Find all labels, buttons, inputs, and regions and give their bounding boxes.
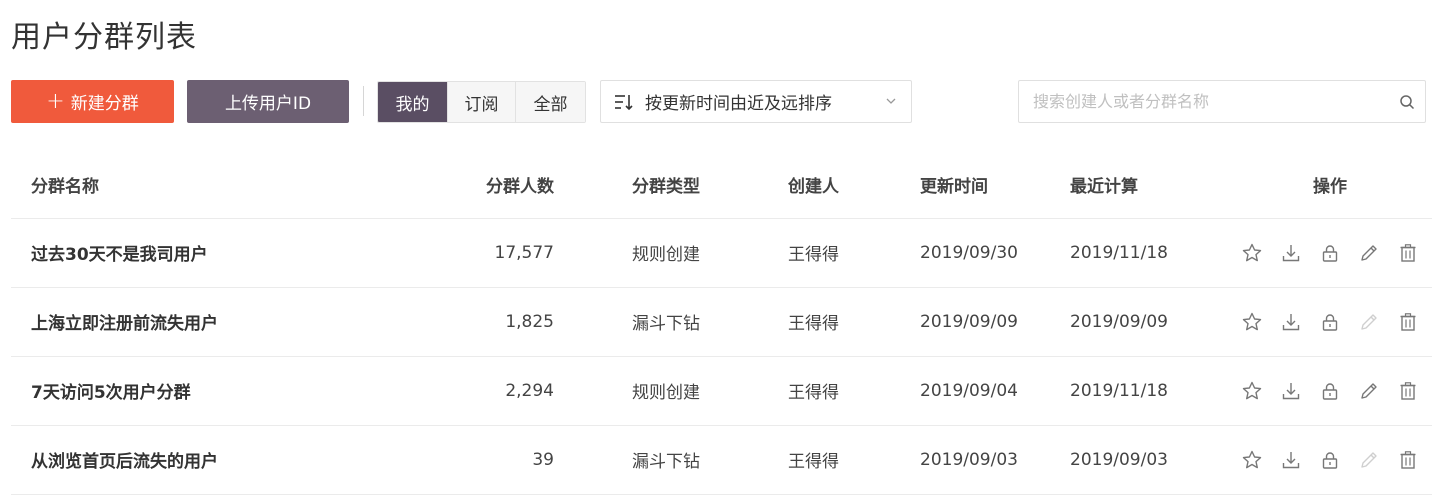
filter-tab-subscribed[interactable]: 订阅 [448, 82, 516, 122]
sort-label: 按更新时间由近及远排序 [645, 94, 832, 114]
segment-type: 漏斗下钻 [584, 287, 748, 357]
table-body: 过去30天不是我司用户 17,577 规则创建 王得得 2019/09/30 2… [11, 218, 1432, 495]
trash-icon[interactable] [1396, 310, 1420, 334]
column-header-name[interactable]: 分群名称 [11, 152, 341, 219]
chevron-down-icon [886, 98, 896, 104]
download-icon[interactable] [1279, 310, 1303, 334]
pencil-icon[interactable] [1357, 379, 1381, 403]
ownership-filter: 我的 订阅 全部 [377, 81, 586, 123]
segment-name[interactable]: 上海立即注册前流失用户 [11, 287, 341, 357]
toolbar: + 新建分群 上传用户ID 我的 订阅 全部 按更新时间由近及远排序 [11, 78, 1426, 124]
filter-tab-all[interactable]: 全部 [516, 82, 585, 122]
segment-updated: 2019/09/09 [898, 287, 1048, 357]
segment-name[interactable]: 从浏览首页后流失的用户 [11, 425, 341, 495]
segment-updated: 2019/09/04 [898, 356, 1048, 426]
plus-icon: + [46, 88, 65, 114]
column-header-type[interactable]: 分群类型 [584, 152, 748, 219]
column-header-count[interactable]: 分群人数 [341, 152, 584, 219]
page-title: 用户分群列表 [11, 20, 197, 55]
segment-calculated: 2019/09/03 [1048, 425, 1228, 495]
new-segment-button[interactable]: + 新建分群 [11, 80, 174, 123]
sort-icon [615, 94, 633, 110]
lock-icon[interactable] [1318, 310, 1342, 334]
segment-type: 规则创建 [584, 218, 748, 288]
pencil-icon[interactable] [1357, 310, 1381, 334]
segment-calculated: 2019/11/18 [1048, 218, 1228, 288]
pencil-icon[interactable] [1357, 448, 1381, 472]
search-box [1018, 80, 1426, 123]
search-input[interactable] [1033, 82, 1393, 121]
segment-creator: 王得得 [748, 425, 898, 495]
row-actions [1228, 425, 1432, 495]
table-header-row: 分群名称 分群人数 分群类型 创建人 更新时间 最近计算 操作 [11, 152, 1432, 219]
star-icon[interactable] [1240, 241, 1264, 265]
table-row[interactable]: 从浏览首页后流失的用户 39 漏斗下钻 王得得 2019/09/03 2019/… [11, 425, 1432, 495]
pencil-icon[interactable] [1357, 241, 1381, 265]
star-icon[interactable] [1240, 448, 1264, 472]
segment-type: 规则创建 [584, 356, 748, 426]
trash-icon[interactable] [1396, 448, 1420, 472]
segment-creator: 王得得 [748, 218, 898, 288]
row-actions [1228, 287, 1432, 357]
segment-table: 分群名称 分群人数 分群类型 创建人 更新时间 最近计算 操作 过去30天不是我… [11, 152, 1432, 495]
star-icon[interactable] [1240, 379, 1264, 403]
download-icon[interactable] [1279, 448, 1303, 472]
table-row[interactable]: 上海立即注册前流失用户 1,825 漏斗下钻 王得得 2019/09/09 20… [11, 287, 1432, 357]
segment-updated: 2019/09/03 [898, 425, 1048, 495]
segment-name[interactable]: 7天访问5次用户分群 [11, 356, 341, 426]
segment-creator: 王得得 [748, 356, 898, 426]
row-actions [1228, 356, 1432, 426]
download-icon[interactable] [1279, 379, 1303, 403]
segment-count: 17,577 [341, 218, 584, 288]
toolbar-divider [363, 86, 364, 116]
column-header-updated[interactable]: 更新时间 [898, 152, 1048, 219]
search-icon[interactable] [1399, 94, 1415, 110]
table-row[interactable]: 过去30天不是我司用户 17,577 规则创建 王得得 2019/09/30 2… [11, 218, 1432, 288]
segment-count: 39 [341, 425, 584, 495]
column-header-calculated[interactable]: 最近计算 [1048, 152, 1228, 219]
column-header-ops: 操作 [1228, 152, 1432, 219]
segment-calculated: 2019/09/09 [1048, 287, 1228, 357]
lock-icon[interactable] [1318, 241, 1342, 265]
download-icon[interactable] [1279, 241, 1303, 265]
segment-count: 1,825 [341, 287, 584, 357]
lock-icon[interactable] [1318, 448, 1342, 472]
lock-icon[interactable] [1318, 379, 1342, 403]
row-actions [1228, 218, 1432, 288]
star-icon[interactable] [1240, 310, 1264, 334]
sort-select[interactable]: 按更新时间由近及远排序 [600, 80, 912, 123]
upload-user-id-button[interactable]: 上传用户ID [187, 80, 349, 123]
filter-tab-mine[interactable]: 我的 [378, 82, 448, 122]
segment-creator: 王得得 [748, 287, 898, 357]
segment-count: 2,294 [341, 356, 584, 426]
column-header-creator[interactable]: 创建人 [748, 152, 898, 219]
trash-icon[interactable] [1396, 241, 1420, 265]
table-row[interactable]: 7天访问5次用户分群 2,294 规则创建 王得得 2019/09/04 201… [11, 356, 1432, 426]
segment-type: 漏斗下钻 [584, 425, 748, 495]
new-segment-label: 新建分群 [70, 94, 139, 114]
trash-icon[interactable] [1396, 379, 1420, 403]
segment-calculated: 2019/11/18 [1048, 356, 1228, 426]
segment-updated: 2019/09/30 [898, 218, 1048, 288]
segment-name[interactable]: 过去30天不是我司用户 [11, 218, 341, 288]
